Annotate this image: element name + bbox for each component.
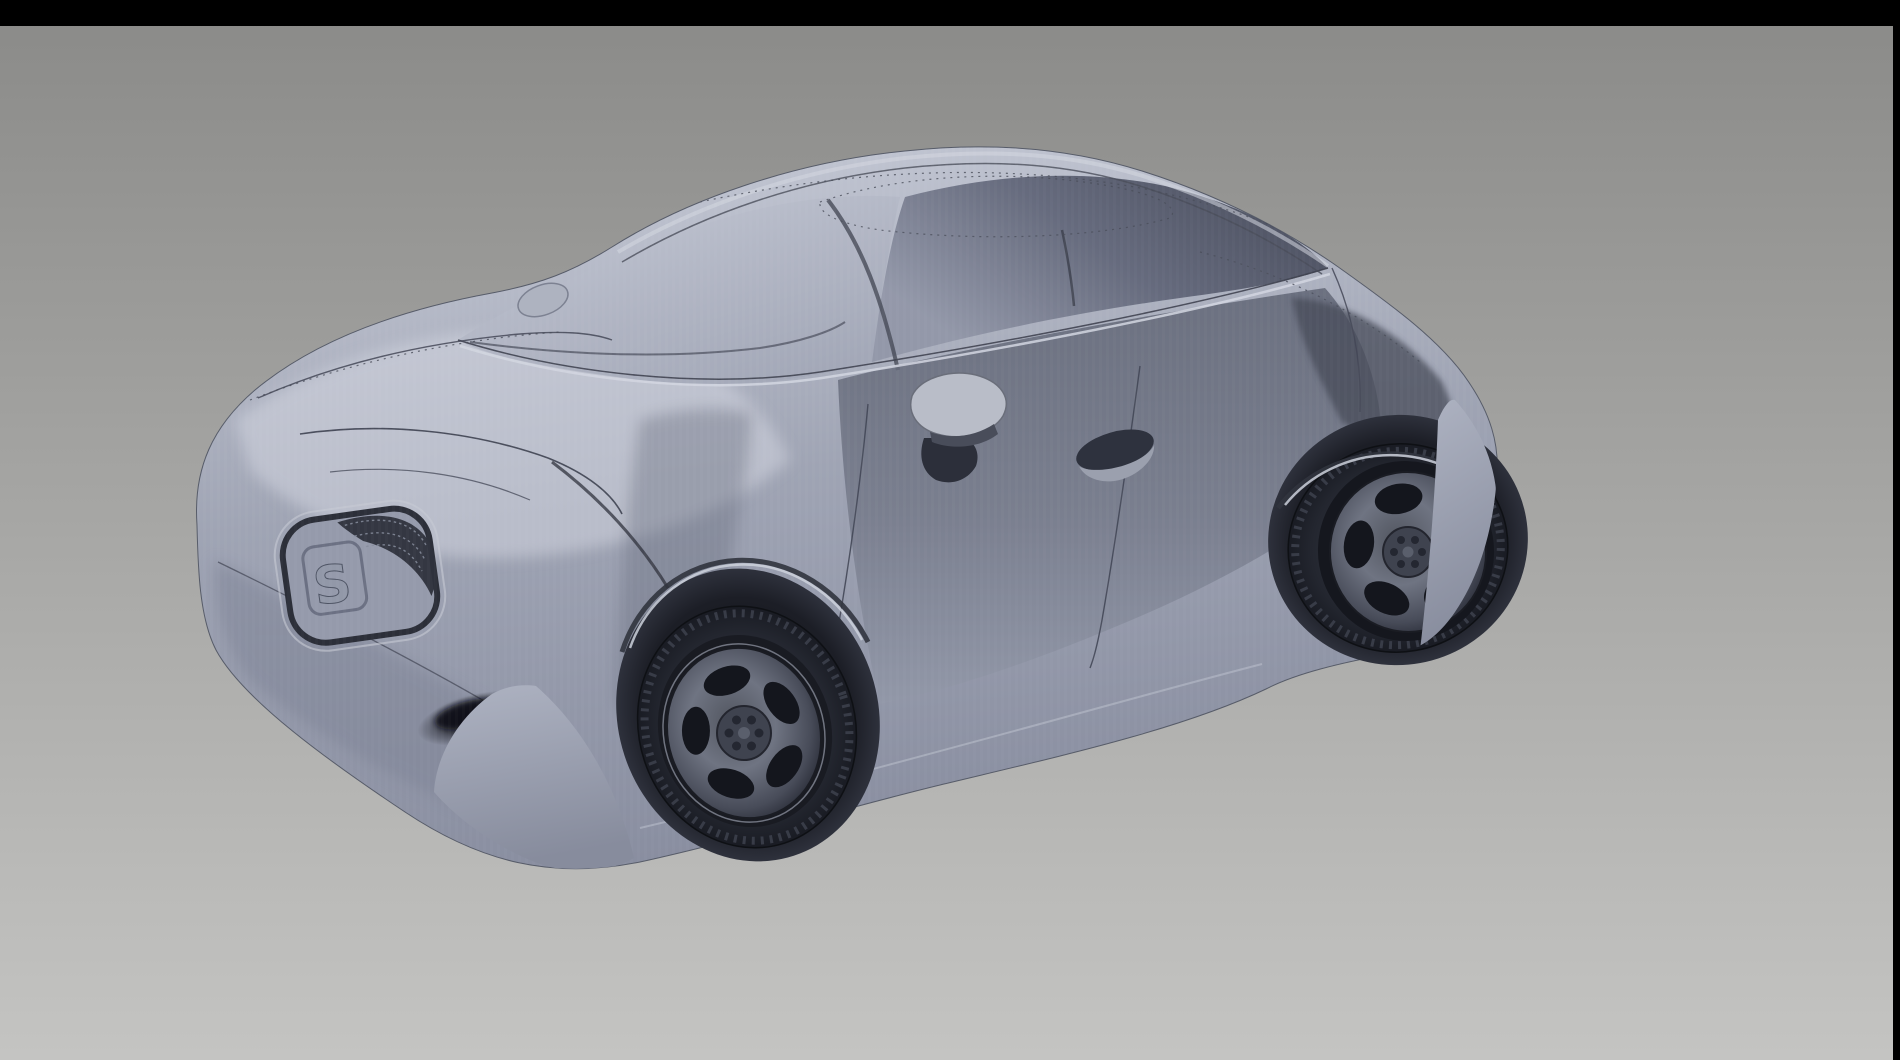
application-window: S xyxy=(0,0,1900,1060)
render-viewport[interactable]: S xyxy=(0,0,1900,1060)
rear-center-cap xyxy=(1403,547,1414,558)
right-edge-bar xyxy=(1893,0,1900,1060)
top-title-bar[interactable] xyxy=(0,0,1900,26)
front-center-cap xyxy=(738,727,750,739)
